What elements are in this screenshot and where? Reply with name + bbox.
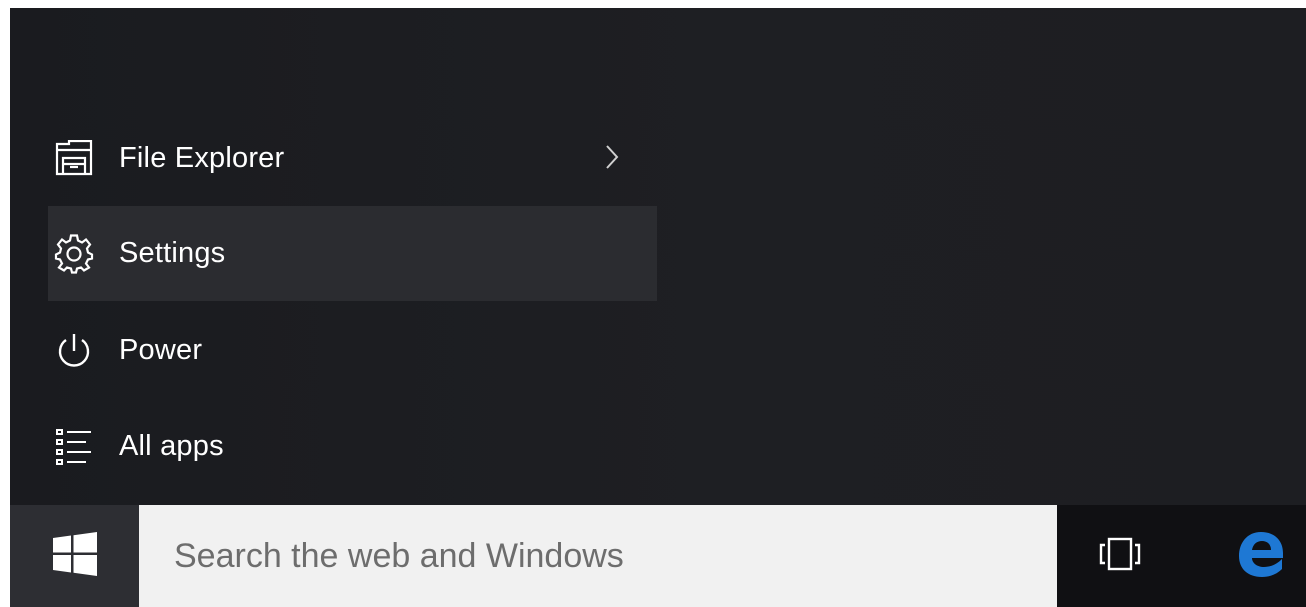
all-apps-icon (49, 422, 99, 472)
power-icon (49, 326, 99, 376)
menu-item-label: All apps (119, 430, 224, 462)
menu-item-settings[interactable]: Settings (48, 206, 657, 301)
windows-logo-icon (52, 531, 97, 581)
menu-item-label: Power (119, 334, 203, 366)
menu-item-power[interactable]: Power (48, 303, 657, 398)
taskbar (10, 505, 1306, 607)
gear-icon (49, 229, 99, 279)
search-box[interactable] (139, 505, 1057, 607)
task-view-icon (1096, 536, 1144, 577)
file-explorer-icon (49, 134, 99, 184)
start-button[interactable] (10, 505, 139, 607)
screen: File Explorer Settings Power All apps Se… (10, 8, 1306, 607)
menu-item-label: Settings (119, 237, 226, 269)
chevron-right-icon[interactable] (605, 144, 619, 175)
menu-item-all-apps[interactable]: All apps (48, 399, 657, 494)
menu-item-file-explorer[interactable]: File Explorer (48, 111, 657, 206)
edge-browser-icon (1235, 528, 1287, 585)
task-view-button[interactable] (1083, 505, 1157, 607)
search-input[interactable] (172, 535, 1036, 577)
edge-button[interactable] (1215, 505, 1306, 607)
menu-item-label: File Explorer (119, 142, 285, 174)
start-menu: File Explorer Settings Power All apps (10, 8, 1306, 505)
